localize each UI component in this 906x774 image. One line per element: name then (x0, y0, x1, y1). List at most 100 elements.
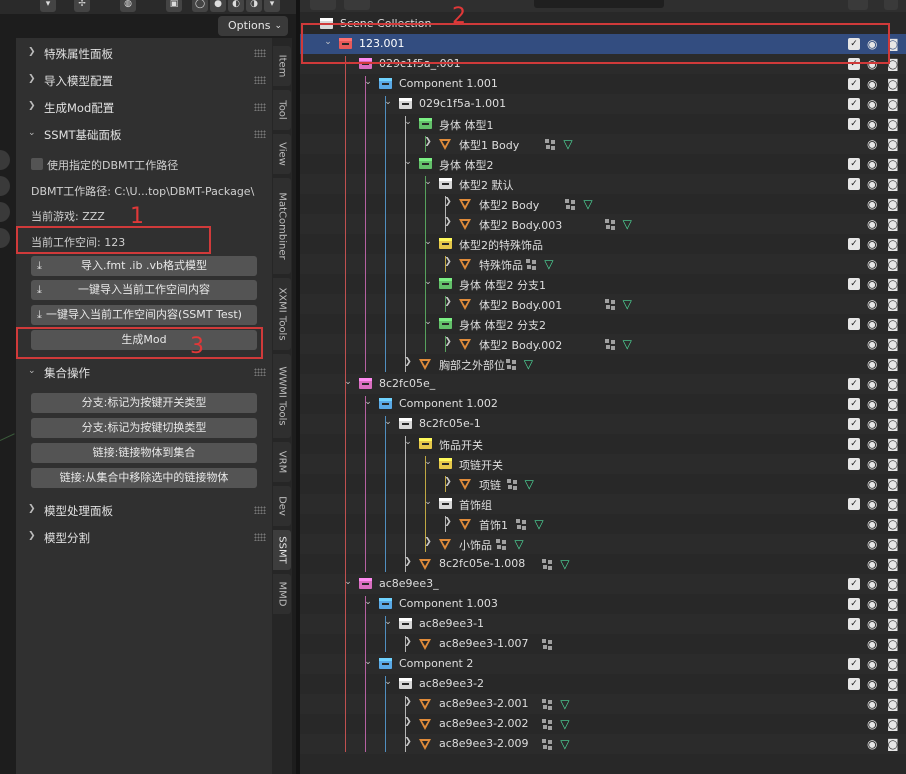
object-row[interactable]: ❯ 首饰1 ▽ ◉ ◙ (300, 514, 906, 534)
eye-icon[interactable]: ◉ (867, 698, 879, 710)
collection-row[interactable]: ⌄ 体型2的特殊饰品 ✓ ◉ ◙ (300, 234, 906, 254)
collection-row[interactable]: ⌄ 体型2 默认 ✓ ◉ ◙ (300, 174, 906, 194)
chevron-down-icon[interactable]: ⌄ (362, 657, 374, 667)
panel-header-generate-config[interactable]: ❯ 生成Mod配置 (16, 96, 272, 120)
collection-row[interactable]: ⌄ 029c1f5a-1.001 ✓ ◉ ◙ (300, 94, 906, 114)
eye-icon[interactable]: ◉ (867, 58, 879, 70)
overlay-icon[interactable]: ▣ (166, 0, 182, 12)
link-objects-button[interactable]: 链接:链接物体到集合 (31, 443, 257, 463)
object-row[interactable]: ❯ 小饰品 ▽ ◉ ◙ (300, 534, 906, 554)
camera-icon[interactable]: ◙ (887, 598, 899, 610)
eye-icon[interactable]: ◉ (867, 198, 879, 210)
eye-icon[interactable]: ◉ (867, 118, 879, 130)
exclude-checkbox[interactable]: ✓ (848, 578, 860, 590)
panel-header-ssmt-basic[interactable]: ⌄ SSMT基础面板 (16, 123, 272, 147)
chevron-right-icon[interactable]: ❯ (422, 137, 434, 147)
collection-row[interactable]: ⌄ ac8e9ee3_ ✓ ◉ ◙ (300, 574, 906, 594)
tab-vrm[interactable]: VRM (273, 442, 291, 482)
filter-icon[interactable] (848, 0, 868, 10)
search-input[interactable] (534, 0, 664, 8)
tab-xxmi-tools[interactable]: XXMI Tools (273, 278, 291, 350)
chevron-down-icon[interactable]: ⌄ (422, 497, 434, 507)
camera-icon[interactable]: ◙ (887, 118, 899, 130)
collection-row[interactable]: ⌄ Component 1.003 ✓ ◉ ◙ (300, 594, 906, 614)
eye-icon[interactable]: ◉ (867, 678, 879, 690)
exclude-checkbox[interactable]: ✓ (848, 118, 860, 130)
camera-icon[interactable]: ◙ (887, 198, 899, 210)
eye-icon[interactable]: ◉ (867, 238, 879, 250)
select-tool-icon[interactable]: ▾ (40, 0, 56, 12)
chevron-right-icon[interactable]: ❯ (442, 197, 454, 207)
tab-item[interactable]: Item (273, 46, 291, 86)
chevron-right-icon[interactable]: ❯ (442, 297, 454, 307)
eye-icon[interactable]: ◉ (867, 338, 879, 350)
new-collection-icon[interactable] (884, 0, 898, 10)
camera-icon[interactable]: ◙ (887, 418, 899, 430)
eye-icon[interactable]: ◉ (867, 578, 879, 590)
drag-grip-icon[interactable] (254, 130, 266, 138)
eye-icon[interactable]: ◉ (867, 518, 879, 530)
exclude-checkbox[interactable]: ✓ (848, 398, 860, 410)
camera-view-icon[interactable] (0, 202, 10, 222)
camera-icon[interactable]: ◙ (887, 518, 899, 530)
camera-icon[interactable]: ◙ (887, 718, 899, 730)
eye-icon[interactable]: ◉ (867, 658, 879, 670)
collection-row[interactable]: ⌄ 身体 体型2 分支1 ✓ ◉ ◙ (300, 274, 906, 294)
eye-icon[interactable]: ◉ (867, 478, 879, 490)
exclude-checkbox[interactable]: ✓ (848, 618, 860, 630)
camera-icon[interactable]: ◙ (887, 258, 899, 270)
chevron-right-icon[interactable]: ❯ (442, 257, 454, 267)
camera-icon[interactable]: ◙ (887, 558, 899, 570)
material-shading-icon[interactable]: ◐ (228, 0, 244, 12)
exclude-checkbox[interactable]: ✓ (848, 78, 860, 90)
transform-orientation-icon[interactable]: ✢ (74, 0, 90, 12)
unlink-objects-button[interactable]: 链接:从集合中移除选中的链接物体 (31, 468, 257, 488)
camera-icon[interactable]: ◙ (887, 438, 899, 450)
import-workspace-button[interactable]: ⤓ 一键导入当前工作空间内容 (31, 280, 257, 300)
camera-icon[interactable]: ◙ (887, 298, 899, 310)
chevron-down-icon[interactable]: ⌄ (402, 157, 414, 167)
camera-icon[interactable]: ◙ (887, 498, 899, 510)
collection-row[interactable]: ⌄ ac8e9ee3-2 ✓ ◉ ◙ (300, 674, 906, 694)
chevron-down-icon[interactable]: ⌄ (402, 117, 414, 127)
tab-wwmi-tools[interactable]: WWMI Tools (273, 354, 291, 438)
exclude-checkbox[interactable]: ✓ (848, 178, 860, 190)
eye-icon[interactable]: ◉ (867, 438, 879, 450)
eye-icon[interactable]: ◉ (867, 498, 879, 510)
chevron-right-icon[interactable]: ❯ (402, 737, 414, 747)
exclude-checkbox[interactable]: ✓ (848, 498, 860, 510)
viewport-gizmo[interactable] (0, 150, 12, 250)
exclude-checkbox[interactable]: ✓ (848, 418, 860, 430)
options-dropdown[interactable]: Options ⌄ (218, 16, 288, 36)
camera-icon[interactable]: ◙ (887, 638, 899, 650)
wireframe-shading-icon[interactable]: ◯ (192, 0, 208, 12)
camera-icon[interactable]: ◙ (887, 318, 899, 330)
snap-icon[interactable]: ◍ (120, 0, 136, 12)
eye-icon[interactable]: ◉ (867, 258, 879, 270)
panel-header-model-process[interactable]: ❯ 模型处理面板 (16, 499, 272, 523)
collection-row[interactable]: ⌄ 项链开关 ✓ ◉ ◙ (300, 454, 906, 474)
branch-toggle-button[interactable]: 分支:标记为按键开关类型 (31, 393, 257, 413)
panel-header-import-config[interactable]: ❯ 导入模型配置 (16, 69, 272, 93)
import-fmt-button[interactable]: ⤓ 导入.fmt .ib .vb格式模型 (31, 256, 257, 276)
chevron-right-icon[interactable]: ❯ (422, 537, 434, 547)
chevron-down-icon[interactable]: ⌄ (422, 457, 434, 467)
chevron-right-icon[interactable]: ❯ (402, 557, 414, 567)
drag-grip-icon[interactable] (254, 76, 266, 84)
collection-row[interactable]: ⌄ Component 1.001 ✓ ◉ ◙ (300, 74, 906, 94)
object-row[interactable]: ❯ 8c2fc05e-1.008 ▽ ◉ ◙ (300, 554, 906, 574)
collection-row[interactable]: ⌄ 123.001 ✓ ◉ ◙ (300, 34, 906, 54)
chevron-down-icon[interactable]: ⌄ (382, 97, 394, 107)
chevron-down-icon[interactable]: ⌄ (362, 397, 374, 407)
eye-icon[interactable]: ◉ (867, 538, 879, 550)
camera-icon[interactable]: ◙ (887, 78, 899, 90)
chevron-right-icon[interactable]: ❯ (402, 717, 414, 727)
panel-header-collection-ops[interactable]: ⌄ 集合操作 (16, 361, 272, 385)
exclude-checkbox[interactable]: ✓ (848, 378, 860, 390)
object-row[interactable]: ❯ 胸部之外部位 ▽ ◉ ◙ (300, 354, 906, 374)
eye-icon[interactable]: ◉ (867, 738, 879, 750)
zoom-icon[interactable] (0, 150, 10, 170)
object-row[interactable]: ❯ 体型1 Body ▽ ◉ ◙ (300, 134, 906, 154)
pan-icon[interactable] (0, 176, 10, 196)
eye-icon[interactable]: ◉ (867, 278, 879, 290)
